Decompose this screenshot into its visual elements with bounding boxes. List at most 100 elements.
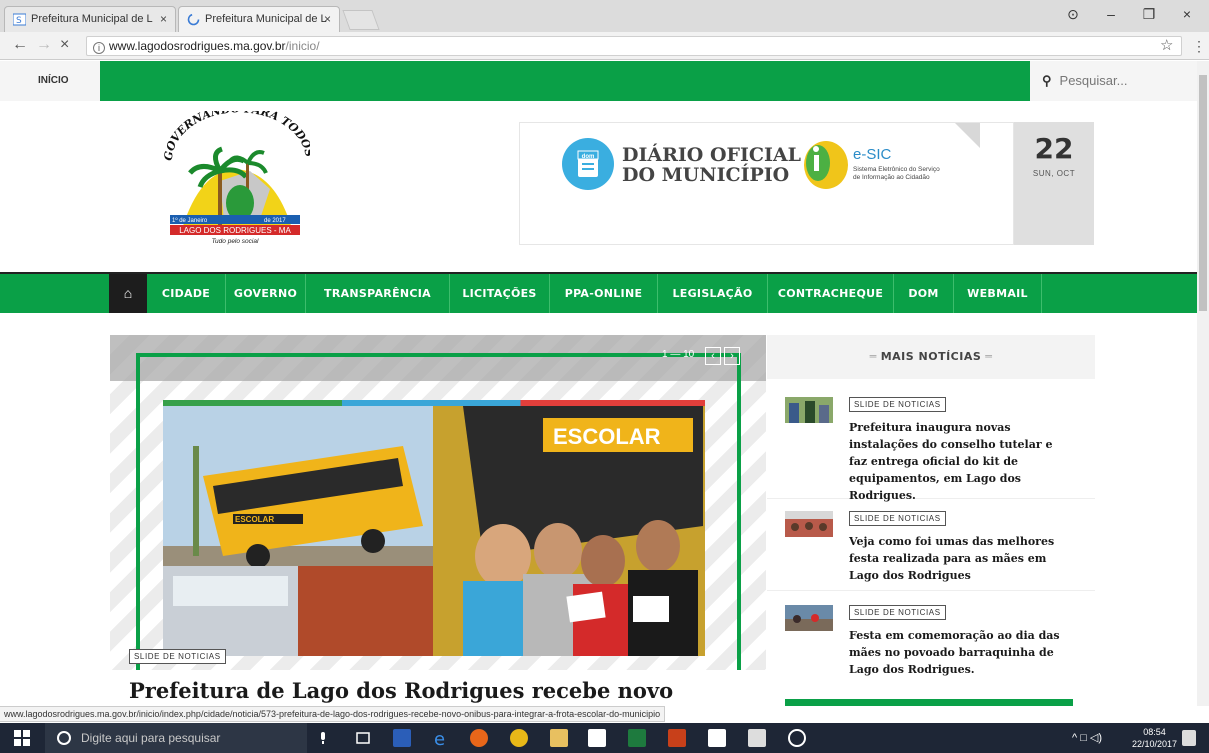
news-slider[interactable]: 1 — 10 ‹ › ESCOLAR ESCOLAR SLIDE DE NOTI…	[110, 335, 766, 706]
file-explorer-icon[interactable]	[550, 729, 568, 747]
page-scrollbar[interactable]	[1197, 61, 1209, 706]
chrome-icon[interactable]	[510, 729, 528, 747]
dom-badge: dom	[582, 154, 595, 160]
news-item[interactable]: SLIDE DE NOTICIAS Prefeitura inaugura no…	[767, 397, 1095, 502]
slider-next-button[interactable]: ›	[724, 347, 740, 365]
minimize-button[interactable]: –	[1096, 6, 1126, 22]
logo-slogan: Tudo pelo social	[212, 238, 259, 245]
scrollbar-thumb[interactable]	[1199, 75, 1207, 311]
slide-category-tag[interactable]: SLIDE DE NOTICIAS	[129, 649, 226, 664]
forward-button[interactable]: →	[36, 36, 52, 54]
nav-item-dom[interactable]: DOM	[894, 274, 954, 313]
sidebar-header-text: MAIS NOTÍCIAS	[880, 350, 982, 363]
sidebar-footer-bar	[785, 699, 1073, 706]
date-day: 22	[1034, 132, 1074, 165]
news-title[interactable]: Prefeitura inaugura novas instalações do…	[849, 419, 1074, 504]
bus-side-sign: ESCOLAR	[235, 515, 274, 524]
date-box: 22 SUN, OCT	[1014, 122, 1094, 245]
task-view-icon[interactable]	[354, 729, 372, 747]
url-path: /inicio/	[285, 39, 320, 53]
excel-icon[interactable]	[628, 729, 646, 747]
news-thumbnail[interactable]	[785, 605, 833, 631]
calculator-icon[interactable]	[748, 729, 766, 747]
system-tray-icons[interactable]: ^ □ ◁)	[1072, 723, 1102, 753]
stop-button[interactable]: ×	[60, 36, 69, 54]
notifications-icon[interactable]	[1182, 730, 1196, 746]
tab-close-icon[interactable]: ×	[324, 7, 331, 31]
esic-sub2: de Informação ao Cidadão	[853, 174, 930, 181]
new-tab-button[interactable]	[342, 10, 380, 30]
more-news-sidebar: ═ MAIS NOTÍCIAS ═ SLIDE DE NOTICIAS Prefei…	[767, 335, 1095, 706]
url-field[interactable]: i www.lagodosrodrigues.ma.gov.br/inicio/	[86, 36, 1182, 56]
back-button[interactable]: ←	[12, 36, 28, 54]
clock-time: 08:54	[1143, 727, 1166, 737]
main-navigation: ⌂ CIDADE GOVERNO TRANSPARÊNCIA LICITAÇÕE…	[0, 272, 1197, 313]
search-icon: ⚲	[1042, 73, 1052, 88]
maximize-button[interactable]: ❐	[1134, 6, 1164, 23]
esic-title: e-SIC	[853, 146, 892, 163]
inicio-link[interactable]: INÍCIO	[38, 75, 69, 86]
address-bar-row: ← → × i www.lagodosrodrigues.ma.gov.br/in…	[0, 32, 1209, 60]
web-page: INÍCIO ⚲ Pesquisar... GOVERNANDO PARA TOD…	[0, 61, 1197, 706]
nav-item-licitacoes[interactable]: LICITAÇÕES	[450, 274, 550, 313]
news-item[interactable]: SLIDE DE NOTICIAS Veja como foi umas das…	[767, 511, 1095, 591]
edge-icon[interactable]: e	[432, 729, 450, 750]
nav-item-webmail[interactable]: WEBMAIL	[954, 274, 1042, 313]
taskbar-search-box[interactable]: Digite aqui para pesquisar	[45, 723, 307, 753]
clock[interactable]: 08:54 22/10/2017	[1132, 726, 1177, 750]
microphone-icon[interactable]	[314, 729, 332, 747]
sidebar-header: ═ MAIS NOTÍCIAS ═	[767, 335, 1095, 379]
nav-item-contracheque[interactable]: CONTRACHEQUE	[768, 274, 894, 313]
date-text: SUN, OCT	[1032, 169, 1076, 178]
bookmark-star-icon[interactable]: ☆	[1160, 37, 1173, 55]
logo-city: LAGO DOS RODRIGUES - MA	[179, 226, 291, 235]
svg-text:S: S	[16, 16, 22, 26]
nav-home[interactable]: ⌂	[109, 274, 147, 313]
slide-title[interactable]: Prefeitura de Lago dos Rodrigues recebe …	[110, 670, 766, 706]
clock-date: 22/10/2017	[1132, 739, 1178, 749]
slider-prev-button[interactable]: ‹	[705, 347, 721, 365]
status-bar-url: www.lagodosrodrigues.ma.gov.br/inicio/in…	[0, 706, 666, 722]
browser-tab-1[interactable]: S Prefeitura Municipal de L ×	[4, 6, 176, 32]
top-bar: INÍCIO ⚲ Pesquisar...	[0, 61, 1197, 101]
news-category-tag[interactable]: SLIDE DE NOTICIAS	[849, 605, 946, 620]
app-circle-icon[interactable]	[788, 729, 806, 747]
nav-item-transparencia[interactable]: TRANSPARÊNCIA	[306, 274, 450, 313]
word-icon[interactable]	[393, 729, 411, 747]
nav-item-governo[interactable]: GOVERNO	[226, 274, 306, 313]
site-info-icon[interactable]: i	[93, 42, 105, 54]
browser-tab-2[interactable]: Prefeitura Municipal de L ×	[178, 6, 340, 32]
header-banner[interactable]: dom DIÁRIO OFICIAL DO MUNICÍPIO e-SIC Si…	[519, 122, 1014, 245]
esic-sub1: Sistema Eletrônico do Serviço	[853, 166, 940, 173]
nav-item-ppa-online[interactable]: PPA-ONLINE	[550, 274, 658, 313]
search-placeholder: Pesquisar...	[1059, 73, 1128, 88]
dom-line2: DO MUNICÍPIO	[622, 163, 789, 186]
header-dash: ═	[869, 350, 877, 363]
close-window-button[interactable]: ×	[1172, 6, 1202, 22]
account-icon[interactable]: ⊙	[1058, 6, 1088, 23]
windows-start-icon[interactable]	[14, 730, 30, 746]
svg-text:e: e	[434, 729, 445, 747]
news-thumbnail[interactable]	[785, 397, 833, 423]
mail-icon[interactable]	[708, 729, 726, 747]
school-bus-photo: ESCOLAR ESCOLAR	[163, 406, 705, 656]
powerpoint-icon[interactable]	[668, 729, 686, 747]
tab-close-icon[interactable]: ×	[160, 7, 167, 31]
nav-item-legislacao[interactable]: LEGISLAÇÃO	[658, 274, 768, 313]
news-category-tag[interactable]: SLIDE DE NOTICIAS	[849, 397, 946, 412]
site-logo[interactable]: GOVERNANDO PARA TODOS 1º de Janeiro de 2…	[160, 102, 316, 247]
news-title[interactable]: Veja como foi umas das melhores festa re…	[849, 533, 1074, 584]
slide-photo[interactable]: ESCOLAR ESCOLAR	[163, 406, 705, 656]
news-title[interactable]: Festa em comemoração ao dia das mães no …	[849, 627, 1074, 678]
news-item[interactable]: SLIDE DE NOTICIAS Festa em comemoração a…	[767, 605, 1095, 689]
nav-item-cidade[interactable]: CIDADE	[147, 274, 226, 313]
firefox-icon[interactable]	[470, 729, 488, 747]
news-thumbnail[interactable]	[785, 511, 833, 537]
search-box[interactable]: ⚲ Pesquisar...	[1042, 73, 1127, 89]
svg-text:GOVERNANDO PARA TODOS: GOVERNANDO PARA TODOS	[162, 111, 310, 161]
browser-tab-bar: S Prefeitura Municipal de L × Prefeitura…	[0, 0, 1209, 32]
browser-menu-icon[interactable]: ⋮	[1192, 37, 1206, 55]
news-category-tag[interactable]: SLIDE DE NOTICIAS	[849, 511, 946, 526]
logo-graphic: GOVERNANDO PARA TODOS 1º de Janeiro de 2…	[162, 102, 316, 245]
store-icon[interactable]	[588, 729, 606, 747]
